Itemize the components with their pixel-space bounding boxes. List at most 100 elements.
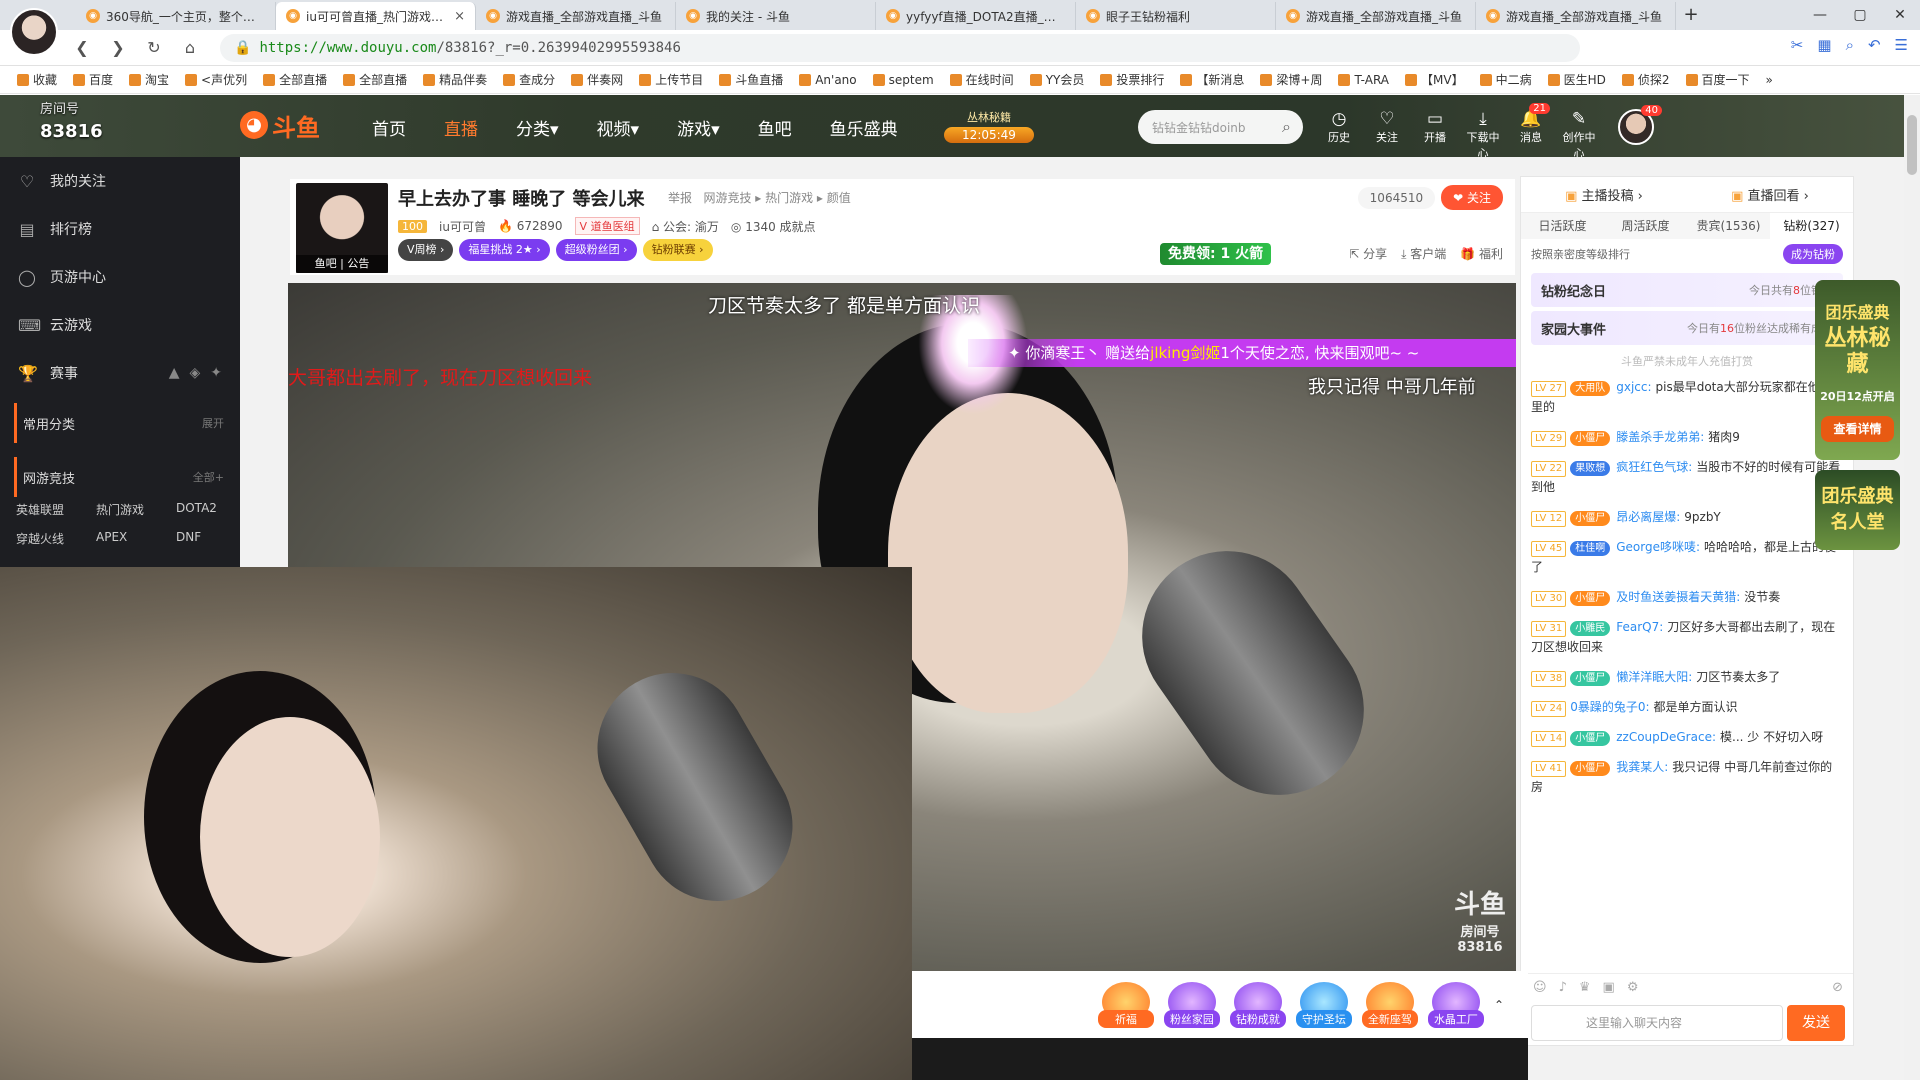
guild-info[interactable]: ⌂ 公会: 渝万 <box>652 218 719 235</box>
browser-tab[interactable]: ◉ 游戏直播_全部游戏直播_斗鱼 <box>1476 2 1676 30</box>
chat-nickname[interactable]: 滕盖杀手龙弟弟: <box>1616 430 1704 444</box>
bookmark-item[interactable]: 投票排行 <box>1093 71 1171 88</box>
league-logo-icon[interactable]: ◈ <box>189 365 200 381</box>
user-avatar[interactable]: 40 <box>1618 105 1662 145</box>
chat-message[interactable]: LV 31 小雕民 FearQ7: 刀区好多大哥都出去刷了，现在刀区想收回来 <box>1531 617 1843 657</box>
chat-message[interactable]: LV 27 大用队 gxjcc: pis最早dota大部分玩家都在他手里的 <box>1531 377 1843 417</box>
game-category-link[interactable]: DOTA2 <box>176 501 236 518</box>
browser-tab[interactable]: ◉ 360导航_一个主页，整个世界 <box>76 2 276 30</box>
bookmark-item[interactable]: 【MV】 <box>1398 71 1471 88</box>
bookmark-item[interactable]: <声优列 <box>178 71 254 88</box>
browser-tab[interactable]: ◉ iu可可曾直播_热门游戏直播 × <box>276 2 476 30</box>
sidebar-item[interactable]: ◯ 页游中心 <box>0 253 240 301</box>
rank-tab[interactable]: 钻粉(327) <box>1770 213 1853 239</box>
client-button[interactable]: ⤓ 客户端 <box>1401 245 1446 262</box>
avatar-caption[interactable]: 鱼吧 | 公告 <box>296 255 388 273</box>
undo-icon[interactable]: ↶ <box>1868 36 1881 54</box>
minimize-icon[interactable]: — <box>1800 0 1840 30</box>
bookmark-item[interactable]: 中二病 <box>1473 71 1539 88</box>
bookmark-more-button[interactable]: » <box>1759 73 1780 87</box>
browser-tab[interactable]: ◉ 游戏直播_全部游戏直播_斗鱼 <box>476 2 676 30</box>
chat-nickname[interactable]: 懒洋洋眠大阳: <box>1616 670 1692 684</box>
search-icon[interactable]: ⌕ <box>1282 117 1291 137</box>
site-search-input[interactable]: 钻钻金钻钻doinb ⌕ <box>1138 110 1303 144</box>
chat-nickname[interactable]: 昂必离屋爆: <box>1616 510 1680 524</box>
bookmark-item[interactable]: 查成分 <box>496 71 562 88</box>
bookmark-item[interactable]: 梁博+周 <box>1253 71 1329 88</box>
page-scrollbar[interactable] <box>1904 95 1920 1080</box>
gift-icon[interactable]: ▣ <box>1603 980 1615 995</box>
game-category-link[interactable]: 英雄联盟 <box>16 501 96 518</box>
free-rocket-button[interactable]: 免费领: 1 火箭 <box>1160 243 1272 265</box>
douyu-logo[interactable]: ◕ 斗鱼 <box>240 107 320 143</box>
category-crumb[interactable]: 网游竞技 ▸ 热门游戏 ▸ 颜值 <box>703 191 850 205</box>
bookmark-item[interactable]: 淘宝 <box>122 71 176 88</box>
league-logo-icon[interactable]: ▲ <box>169 365 180 381</box>
header-tool-creator[interactable]: ✎ 创作中心 <box>1560 109 1598 161</box>
maximize-icon[interactable]: ▢ <box>1840 0 1880 30</box>
speaker-icon[interactable]: ♪ <box>1559 980 1567 995</box>
bookmark-item[interactable]: 百度一下 <box>1679 71 1757 88</box>
header-tool-follow[interactable]: ♡ 关注 <box>1368 109 1406 161</box>
block-icon[interactable]: ⊘ <box>1832 980 1843 995</box>
header-tool-download[interactable]: ⤓ 下载中心 <box>1464 109 1502 161</box>
chat-message[interactable]: LV 29 小僵尸 滕盖杀手龙弟弟: 猪肉9 <box>1531 427 1843 447</box>
gift-item[interactable]: 守护圣坛 <box>1295 981 1352 1028</box>
back-icon[interactable]: ❮ <box>64 38 100 57</box>
reload-icon[interactable]: ↻ <box>136 38 172 57</box>
jungle-treasure-promo[interactable]: 团乐盛典 丛林秘藏 20日12点开启 查看详情 <box>1815 280 1900 460</box>
chat-message[interactable]: LV 41 小僵尸 我龚某人: 我只记得 中哥几年前查过你的房 <box>1531 757 1843 797</box>
gift-item[interactable]: 祈福 <box>1097 981 1154 1028</box>
emoji-icon[interactable]: ☺ <box>1533 980 1547 995</box>
nav-item[interactable]: 鱼乐盛典 <box>830 115 898 140</box>
all-link[interactable]: 全部+ <box>193 469 224 485</box>
browser-tab[interactable]: ◉ 游戏直播_全部游戏直播_斗鱼 <box>1276 2 1476 30</box>
bookmark-item[interactable]: 斗鱼直播 <box>712 71 790 88</box>
gift-item[interactable]: 钻粉成就 <box>1229 981 1286 1028</box>
expand-link[interactable]: 展开 <box>202 415 224 431</box>
gift-item[interactable]: 水晶工厂 <box>1427 981 1484 1028</box>
league-logo-icon[interactable]: ✦ <box>210 365 222 381</box>
chat-nickname[interactable]: George哆咪唛: <box>1616 540 1700 554</box>
nav-item[interactable]: 直播 <box>444 115 478 140</box>
game-category-link[interactable]: 热门游戏 <box>96 501 176 518</box>
replay-link[interactable]: 直播回看 › <box>1731 185 1809 204</box>
sidebar-item[interactable]: ▤ 排行榜 <box>0 205 240 253</box>
nav-item[interactable]: 鱼吧 <box>758 115 792 140</box>
rank-tab[interactable]: 日活跃度 <box>1521 213 1604 239</box>
browser-tab[interactable]: ◉ yyfyyf直播_DOTA2直播_斗鱼 <box>876 2 1076 30</box>
rank-tab[interactable]: 周活跃度 <box>1604 213 1687 239</box>
chat-nickname[interactable]: gxjcc: <box>1616 380 1651 394</box>
menu-icon[interactable]: ☰ <box>1895 36 1908 54</box>
bookmark-item[interactable]: 全部直播 <box>336 71 414 88</box>
header-tool-broadcast[interactable]: ▭ 开播 <box>1416 109 1454 161</box>
bookmark-item[interactable]: T-ARA <box>1331 73 1396 87</box>
bookmark-item[interactable]: An'ano <box>792 73 863 87</box>
bookmark-item[interactable]: 百度 <box>66 71 120 88</box>
anchor-submission-link[interactable]: 主播投稿 › <box>1565 185 1643 204</box>
bookmark-item[interactable]: 医生HD <box>1541 71 1613 88</box>
chat-input[interactable]: 这里输入聊天内容 <box>1531 1005 1783 1041</box>
url-input[interactable]: 🔒 https://www.douyu.com/83816?_r=0.26399… <box>220 34 1580 62</box>
chat-message[interactable]: LV 22 果败想 疯狂红色气球: 当股市不好的时候有可能看到他 <box>1531 457 1843 497</box>
send-button[interactable]: 发送 <box>1787 1005 1845 1041</box>
weekly-rank-badge[interactable]: V周榜 › <box>398 239 454 261</box>
rank-tab[interactable]: 贵宾(1536) <box>1687 213 1770 239</box>
super-fan-club-badge[interactable]: 超级粉丝团 › <box>555 239 637 261</box>
achievements[interactable]: ◎ 1340 成就点 <box>731 218 816 235</box>
header-tool-history[interactable]: ◷ 历史 <box>1320 109 1358 161</box>
browser-tab[interactable]: ◉ 我的关注 - 斗鱼 <box>676 2 876 30</box>
gift-item[interactable]: 全新座驾 <box>1361 981 1418 1028</box>
bookmark-item[interactable]: 精品伴奏 <box>416 71 494 88</box>
gift-expand-icon[interactable]: ⌃ <box>1494 998 1504 1012</box>
game-category-link[interactable]: DNF <box>176 530 236 547</box>
chat-nickname[interactable]: 疯狂红色气球: <box>1616 460 1692 474</box>
forward-icon[interactable]: ❯ <box>100 38 136 57</box>
become-diamond-fan-button[interactable]: 成为钻粉 <box>1783 244 1843 264</box>
bookmark-item[interactable]: 伴奏网 <box>564 71 630 88</box>
chat-message[interactable]: LV 12 小僵尸 昂必离屋爆: 9pzbY <box>1531 507 1843 527</box>
chat-nickname[interactable]: zzCoupDeGrace: <box>1616 730 1716 744</box>
bookmark-item[interactable]: 收藏 <box>10 71 64 88</box>
badge-icon[interactable]: ♛ <box>1579 980 1591 995</box>
chat-nickname[interactable]: 0暴躁的兔子0: <box>1570 700 1649 714</box>
